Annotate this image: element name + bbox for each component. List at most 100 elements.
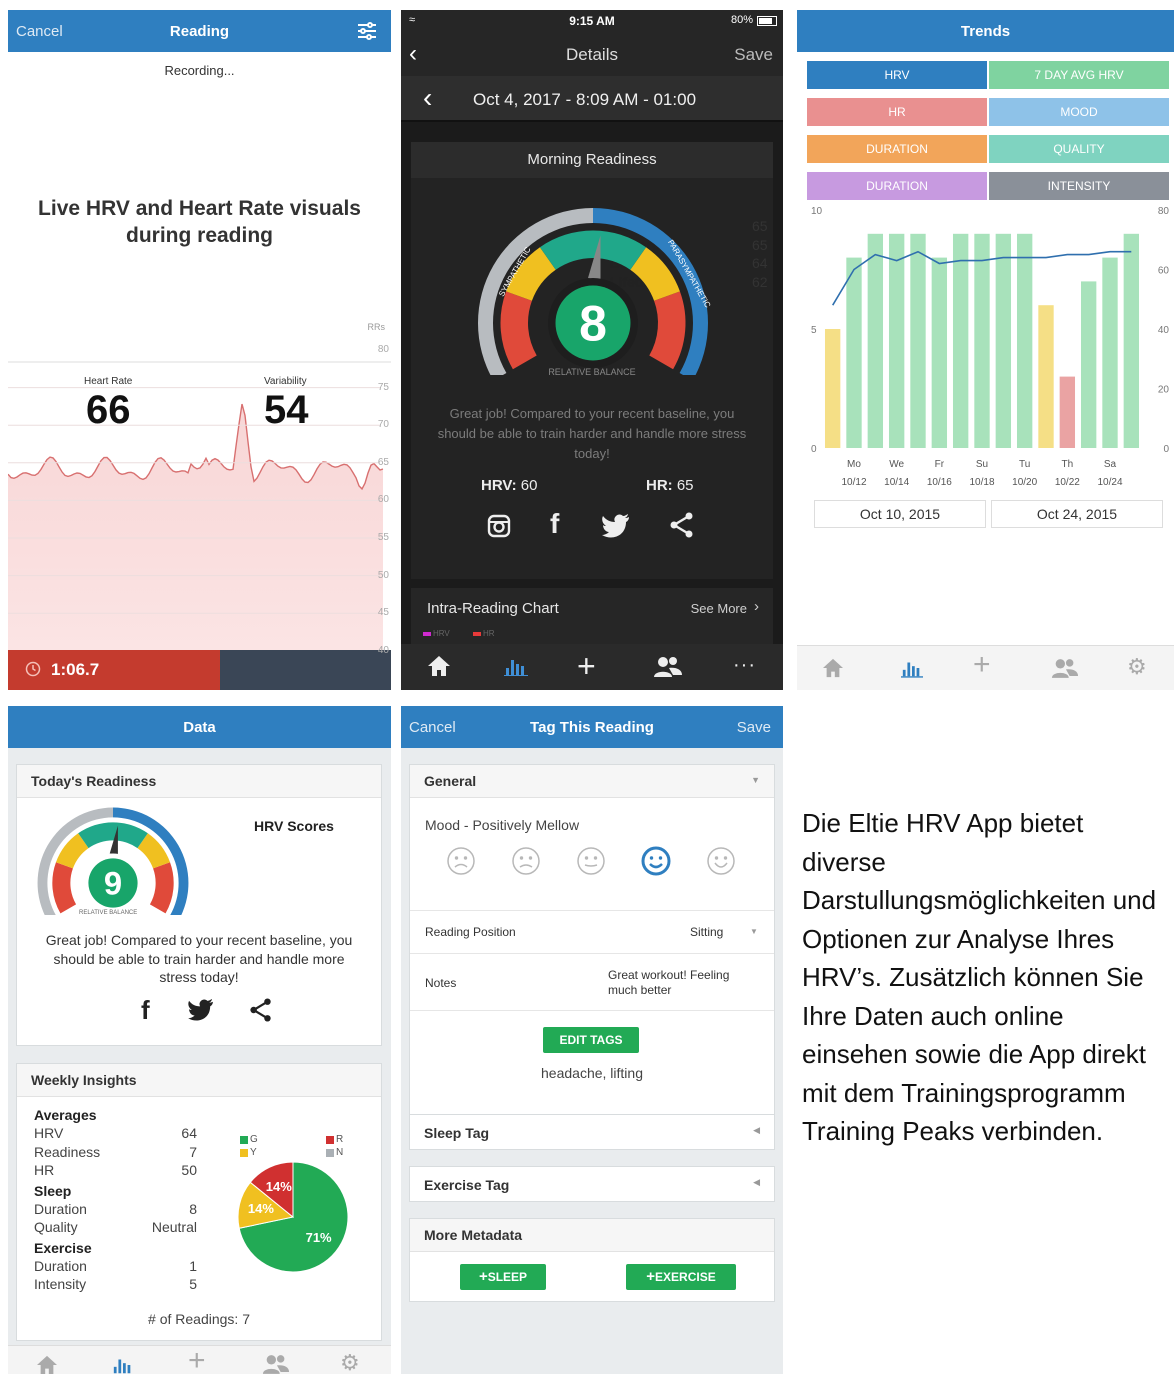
gauge-segment <box>149 862 174 914</box>
chart-icon[interactable] <box>901 658 923 683</box>
relative-balance-label: RELATIVE BALANCE <box>79 910 138 916</box>
day-tick: Tu <box>1019 459 1030 470</box>
divider <box>410 910 774 911</box>
very-sad-face-icon[interactable] <box>445 845 477 882</box>
page-title: Tag This Reading <box>530 719 654 736</box>
general-header[interactable]: General ▼ <box>410 765 774 798</box>
neutral-face-icon[interactable] <box>575 845 607 882</box>
trend-bar <box>1038 305 1054 448</box>
add-icon[interactable]: + <box>973 648 991 682</box>
insight-label: Duration <box>34 1257 87 1274</box>
position-select[interactable]: Sitting <box>690 925 723 939</box>
trend-bar <box>1016 233 1033 448</box>
community-icon[interactable] <box>262 1354 290 1374</box>
trend-bar <box>995 233 1012 448</box>
toggle-duration[interactable]: DURATION <box>807 135 987 163</box>
start-date-field[interactable]: Oct 10, 2015 <box>814 500 986 528</box>
prev-date-icon[interactable]: ‹ <box>423 82 432 114</box>
day-tick: Mo <box>847 459 861 470</box>
hrv-legend-swatch <box>423 632 431 636</box>
reading-header: Cancel Reading <box>8 10 391 52</box>
right-axis-tick: 80 <box>1158 206 1170 217</box>
date-tick: 10/20 <box>1012 477 1037 488</box>
gauge-segment <box>500 291 537 370</box>
toggle-mood[interactable]: MOOD <box>989 98 1169 126</box>
chart-icon[interactable] <box>504 656 528 681</box>
hrv-stat-value: 60 <box>520 477 538 494</box>
sleep-tag-row[interactable]: Sleep Tag ◀ <box>409 1114 775 1150</box>
add-exercise-button[interactable]: +EXERCISE <box>626 1264 736 1290</box>
save-button[interactable]: Save <box>734 45 773 65</box>
hrv-scores-title: HRV Scores <box>254 818 334 834</box>
right-axis-tick: 60 <box>1158 266 1170 277</box>
toggle-7-day-avg-hrv[interactable]: 7 DAY AVG HRV <box>989 61 1169 89</box>
tab-bar: + ⚙ <box>8 1344 391 1374</box>
home-icon[interactable] <box>36 1355 58 1374</box>
date-tick: 10/18 <box>969 477 994 488</box>
readiness-card-header: Today's Readiness <box>17 765 381 798</box>
general-title: General <box>424 773 477 789</box>
facebook-icon[interactable]: f <box>550 508 559 540</box>
recording-status: Recording... <box>164 63 235 78</box>
sliders-icon[interactable] <box>357 22 377 44</box>
save-button[interactable]: Save <box>737 719 771 736</box>
score-value: 65 <box>752 236 768 253</box>
card-title: Morning Readiness <box>527 151 657 168</box>
pie-label: 14% <box>266 1179 292 1194</box>
insight-label: HRV <box>34 1125 64 1141</box>
reading-date: Oct 4, 2017 - 8:09 AM - 01:00 <box>473 90 697 109</box>
left-axis-tick: 5 <box>811 325 817 336</box>
chart-icon[interactable] <box>112 1355 134 1374</box>
intra-reading-card[interactable]: Intra-Reading Chart See More › HRV HR <box>411 588 773 644</box>
see-more-link[interactable]: See More <box>691 601 747 616</box>
insight-value: 5 <box>189 1276 197 1292</box>
end-date-field[interactable]: Oct 24, 2015 <box>991 500 1163 528</box>
community-icon[interactable] <box>1051 658 1079 684</box>
notes-field[interactable]: Great workout! Feeling much better <box>608 968 758 998</box>
add-icon[interactable]: + <box>577 648 596 685</box>
twitter-icon[interactable] <box>601 514 631 543</box>
legend-swatch <box>326 1136 334 1144</box>
more-metadata-header: More Metadata <box>410 1219 774 1252</box>
readiness-score: 9 <box>104 864 122 901</box>
legend-swatch <box>326 1149 334 1157</box>
share-icon[interactable] <box>249 998 273 1027</box>
add-icon[interactable]: + <box>188 1344 206 1374</box>
happy-face-icon[interactable] <box>640 845 672 882</box>
gear-icon[interactable]: ⚙ <box>1127 654 1147 680</box>
battery-icon <box>757 16 777 26</box>
home-icon[interactable] <box>822 658 844 683</box>
readiness-title: Today's Readiness <box>31 773 157 789</box>
add-sleep-label: SLEEP <box>487 1270 528 1284</box>
very-happy-face-icon[interactable] <box>705 845 737 882</box>
date-tick: 10/24 <box>1097 477 1122 488</box>
gear-icon[interactable]: ⚙ <box>340 1350 360 1374</box>
legend-label: N <box>336 1147 344 1158</box>
add-sleep-button[interactable]: +SLEEP <box>460 1264 546 1290</box>
toggle-quality[interactable]: QUALITY <box>989 135 1169 163</box>
home-icon[interactable] <box>427 655 451 682</box>
trend-bar <box>910 233 926 448</box>
edit-tags-button[interactable]: EDIT TAGS <box>543 1027 639 1053</box>
facebook-icon[interactable]: f <box>141 995 150 1026</box>
readiness-pie: 71% 14% 14% <box>237 1161 349 1273</box>
sad-face-icon[interactable] <box>510 845 542 882</box>
twitter-icon[interactable] <box>187 999 215 1026</box>
data-header: Data <box>8 706 391 748</box>
insight-value: 64 <box>181 1125 197 1141</box>
timer-value: 1:06.7 <box>51 660 100 679</box>
share-icon[interactable] <box>669 512 695 543</box>
timer-bar-remaining <box>220 650 391 690</box>
chevron-down-icon: ▼ <box>751 775 760 785</box>
pie-label: 14% <box>248 1201 274 1216</box>
toggle-intensity[interactable]: INTENSITY <box>989 172 1169 200</box>
instagram-icon[interactable] <box>487 514 511 543</box>
community-icon[interactable] <box>653 656 683 683</box>
toggle-hr[interactable]: HR <box>807 98 987 126</box>
exercise-tag-row[interactable]: Exercise Tag ◀ <box>409 1166 775 1202</box>
date-tick: 10/12 <box>841 477 866 488</box>
more-icon[interactable]: ··· <box>733 654 756 677</box>
toggle-duration[interactable]: DURATION <box>807 172 987 200</box>
toggle-hrv[interactable]: HRV <box>807 61 987 89</box>
general-card: General ▼ Mood - Positively Mellow Readin… <box>409 764 775 1126</box>
